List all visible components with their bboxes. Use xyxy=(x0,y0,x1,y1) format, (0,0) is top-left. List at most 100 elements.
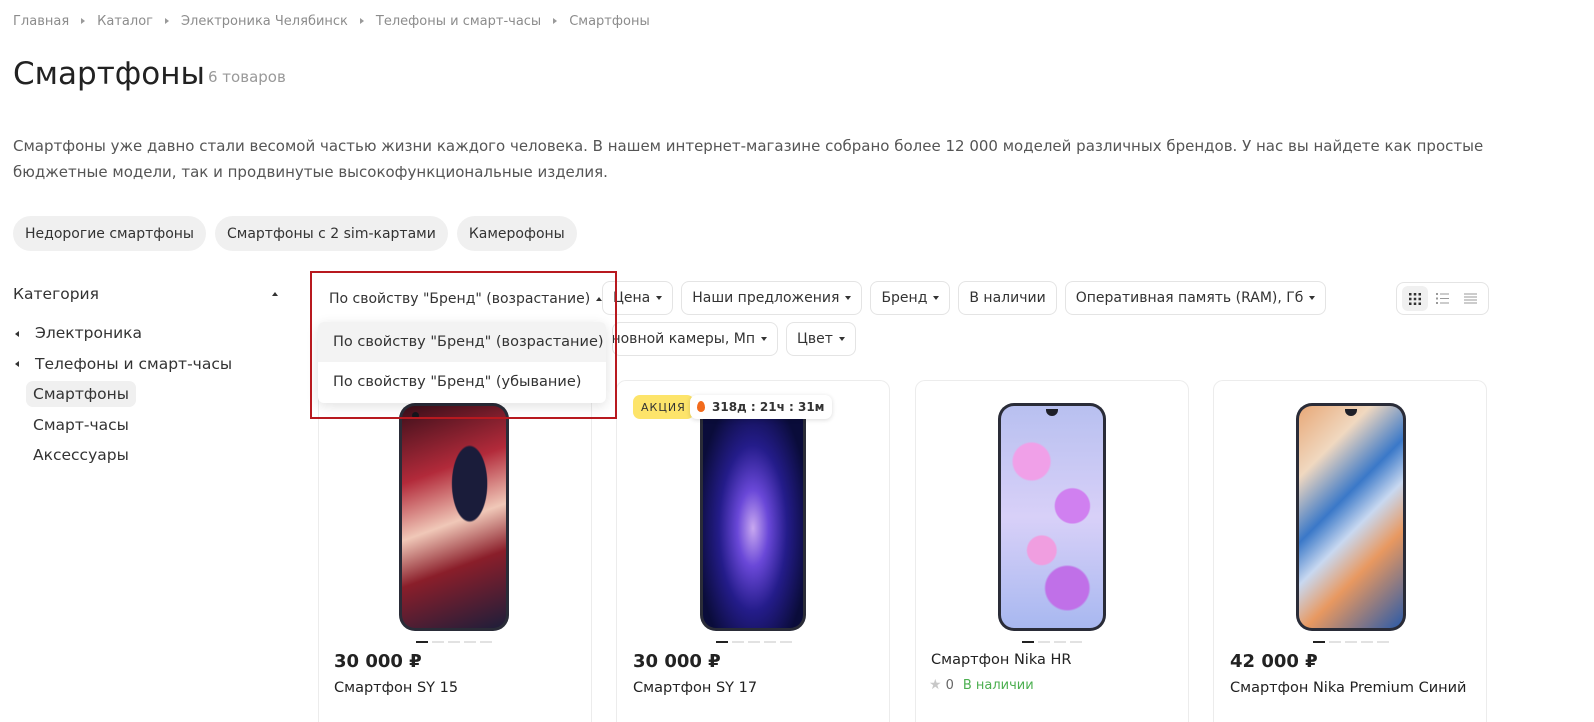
image-pagination xyxy=(716,641,792,643)
breadcrumb-separator-icon xyxy=(359,18,364,24)
filter-brand-label: Бренд xyxy=(881,290,928,306)
pagination-dot[interactable] xyxy=(1070,641,1082,643)
grid-icon xyxy=(1408,292,1421,305)
table-view-button[interactable] xyxy=(1457,286,1483,311)
caret-down-icon xyxy=(761,337,767,341)
product-price: 30 000 ₽ xyxy=(334,651,422,672)
filter-in-stock[interactable]: В наличии xyxy=(958,281,1057,315)
caret-down-icon xyxy=(656,296,663,300)
breadcrumb-home[interactable]: Главная xyxy=(13,14,69,29)
phone-screen xyxy=(1299,406,1403,628)
caret-down-icon xyxy=(1309,296,1316,300)
pagination-dot[interactable] xyxy=(1054,641,1066,643)
image-pagination xyxy=(1022,641,1082,643)
filter-brand[interactable]: Бренд xyxy=(870,281,951,315)
star-icon: ★ xyxy=(929,677,942,693)
pagination-dot[interactable] xyxy=(732,641,744,643)
pagination-dot[interactable] xyxy=(780,641,792,643)
breadcrumb-separator-icon xyxy=(81,18,86,24)
filter-in-stock-label: В наличии xyxy=(969,290,1046,306)
pagination-dot[interactable] xyxy=(1313,641,1325,643)
product-price: 42 000 ₽ xyxy=(1230,651,1318,672)
filter-offers-label: Наши предложения xyxy=(692,290,840,306)
pagination-dot[interactable] xyxy=(464,641,476,643)
product-rating: ★ 0 В наличии xyxy=(929,677,1034,693)
image-pagination xyxy=(416,641,492,643)
caret-down-icon xyxy=(845,296,852,300)
phone-screen xyxy=(402,406,506,628)
caret-down-icon xyxy=(933,296,940,300)
fire-icon xyxy=(697,401,705,412)
product-image[interactable] xyxy=(700,403,806,631)
sidebar-item-accessories[interactable]: Аксессуары xyxy=(33,446,129,464)
chevron-left-icon[interactable] xyxy=(15,361,19,367)
product-count: 6 товаров xyxy=(208,68,286,86)
pagination-dot[interactable] xyxy=(716,641,728,643)
breadcrumb-catalog[interactable]: Каталог xyxy=(97,14,153,29)
quick-tags: Недорогие смартфоны Смартфоны с 2 sim-ка… xyxy=(13,216,577,251)
tag-camera-phones[interactable]: Камерофоны xyxy=(456,216,577,251)
product-name[interactable]: Смартфон Nika Premium Синий xyxy=(1230,680,1466,696)
product-image[interactable] xyxy=(998,403,1106,631)
sidebar-item-smartphones[interactable]: Смартфоны xyxy=(26,381,136,407)
breadcrumb-separator-icon xyxy=(553,18,558,24)
page-title: Смартфоны xyxy=(13,56,205,92)
pagination-dot[interactable] xyxy=(1022,641,1034,643)
pagination-dot[interactable] xyxy=(448,641,460,643)
filter-main-camera[interactable]: Разрешение основной камеры, Мп xyxy=(612,322,778,356)
pagination-dot[interactable] xyxy=(764,641,776,643)
filter-ram-label: Оперативная память (RAM), Гб xyxy=(1075,290,1304,306)
filter-price-label: Цена xyxy=(613,290,651,306)
pagination-dot[interactable] xyxy=(1377,641,1389,643)
filter-color[interactable]: Цвет xyxy=(786,322,856,356)
sidebar-item-phones-watches[interactable]: Телефоны и смарт-часы xyxy=(35,355,232,373)
breadcrumb: Главная Каталог Электроника Челябинск Те… xyxy=(13,12,650,30)
sidebar-item-smartwatches[interactable]: Смарт-часы xyxy=(33,416,129,434)
phone-notch xyxy=(1345,409,1357,416)
tag-dual-sim[interactable]: Смартфоны с 2 sim-картами xyxy=(214,216,448,251)
filter-main-camera-label: Разрешение основной камеры, Мп xyxy=(612,331,755,347)
list-view-button[interactable] xyxy=(1429,286,1455,311)
filters-row-1: Цена Наши предложения Бренд В наличии Оп… xyxy=(602,281,1327,315)
product-name[interactable]: Смартфон SY 15 xyxy=(334,680,458,696)
phone-screen xyxy=(703,406,803,628)
pagination-dot[interactable] xyxy=(1329,641,1341,643)
table-icon xyxy=(1463,293,1477,304)
breadcrumb-separator-icon xyxy=(164,18,169,24)
pagination-dot[interactable] xyxy=(432,641,444,643)
product-name[interactable]: Смартфон Nika HR xyxy=(931,652,1071,668)
pagination-dot[interactable] xyxy=(1038,641,1050,643)
breadcrumb-phones[interactable]: Телефоны и смарт-часы xyxy=(376,14,541,29)
caret-down-icon xyxy=(838,337,845,341)
image-pagination xyxy=(1313,641,1389,643)
tag-cheap-smartphones[interactable]: Недорогие смартфоны xyxy=(13,216,206,251)
phone-screen xyxy=(1001,406,1103,628)
pagination-dot[interactable] xyxy=(480,641,492,643)
pagination-dot[interactable] xyxy=(416,641,428,643)
pagination-dot[interactable] xyxy=(748,641,760,643)
filter-offers[interactable]: Наши предложения xyxy=(681,281,863,315)
product-image[interactable] xyxy=(1296,403,1406,631)
rating-value: 0 xyxy=(945,677,954,693)
sidebar-category-title[interactable]: Категория xyxy=(13,285,99,303)
breadcrumb-electronics[interactable]: Электроника Челябинск xyxy=(181,14,348,29)
chevron-left-icon[interactable] xyxy=(15,331,19,337)
product-price: 30 000 ₽ xyxy=(633,651,721,672)
filter-ram[interactable]: Оперативная память (RAM), Гб xyxy=(1064,281,1327,315)
highlight-box xyxy=(310,271,617,419)
view-mode-switch xyxy=(1396,282,1489,315)
product-name[interactable]: Смартфон SY 17 xyxy=(633,680,757,696)
category-description: Смартфоны уже давно стали весомой частью… xyxy=(13,137,1484,181)
sidebar-item-electronics[interactable]: Электроника xyxy=(35,324,142,342)
sale-timer: 318д : 21ч : 31м xyxy=(690,395,832,419)
pagination-dot[interactable] xyxy=(1345,641,1357,643)
grid-view-button[interactable] xyxy=(1401,286,1428,311)
phone-notch xyxy=(1046,409,1058,416)
breadcrumb-current[interactable]: Смартфоны xyxy=(569,14,650,29)
product-image[interactable] xyxy=(399,403,509,631)
collapse-up-icon[interactable] xyxy=(272,292,278,296)
stock-status: В наличии xyxy=(962,677,1034,693)
filter-color-label: Цвет xyxy=(797,331,833,347)
sale-timer-text: 318д : 21ч : 31м xyxy=(712,400,825,414)
pagination-dot[interactable] xyxy=(1361,641,1373,643)
